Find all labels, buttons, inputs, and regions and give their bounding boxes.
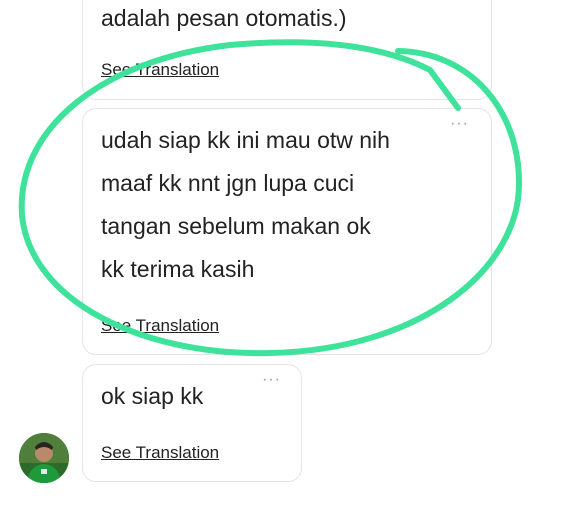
more-options-icon[interactable]: ··· — [450, 115, 469, 133]
avatar[interactable] — [19, 433, 69, 483]
message-line: kk terima kasih — [101, 256, 255, 282]
message-line: maaf kk nnt jgn lupa cuci — [101, 170, 355, 196]
message-text: adalah pesan otomatis.) — [101, 0, 347, 40]
see-translation-link[interactable]: See Translation — [101, 443, 219, 463]
message-line: adalah pesan otomatis.) — [101, 5, 347, 31]
message-line: udah siap kk ini mau otw nih — [101, 127, 390, 153]
message-line: tangan sebelum makan ok — [101, 213, 371, 239]
message-bubble-2: ··· udah siap kk ini mau otw nih maaf kk… — [82, 108, 492, 355]
message-bubble-3: ··· ok siap kk See Translation — [82, 364, 302, 482]
see-translation-link[interactable]: See Translation — [101, 316, 219, 336]
more-options-icon[interactable]: ··· — [262, 371, 281, 389]
avatar-image — [19, 433, 69, 483]
see-translation-link[interactable]: See Translation — [101, 60, 219, 80]
message-bubble-1: adalah pesan otomatis.) See Translation — [82, 0, 492, 100]
message-text: udah siap kk ini mau otw nih maaf kk nnt… — [101, 119, 390, 291]
message-line: ok siap kk — [101, 383, 204, 409]
message-text: ok siap kk — [101, 375, 203, 418]
